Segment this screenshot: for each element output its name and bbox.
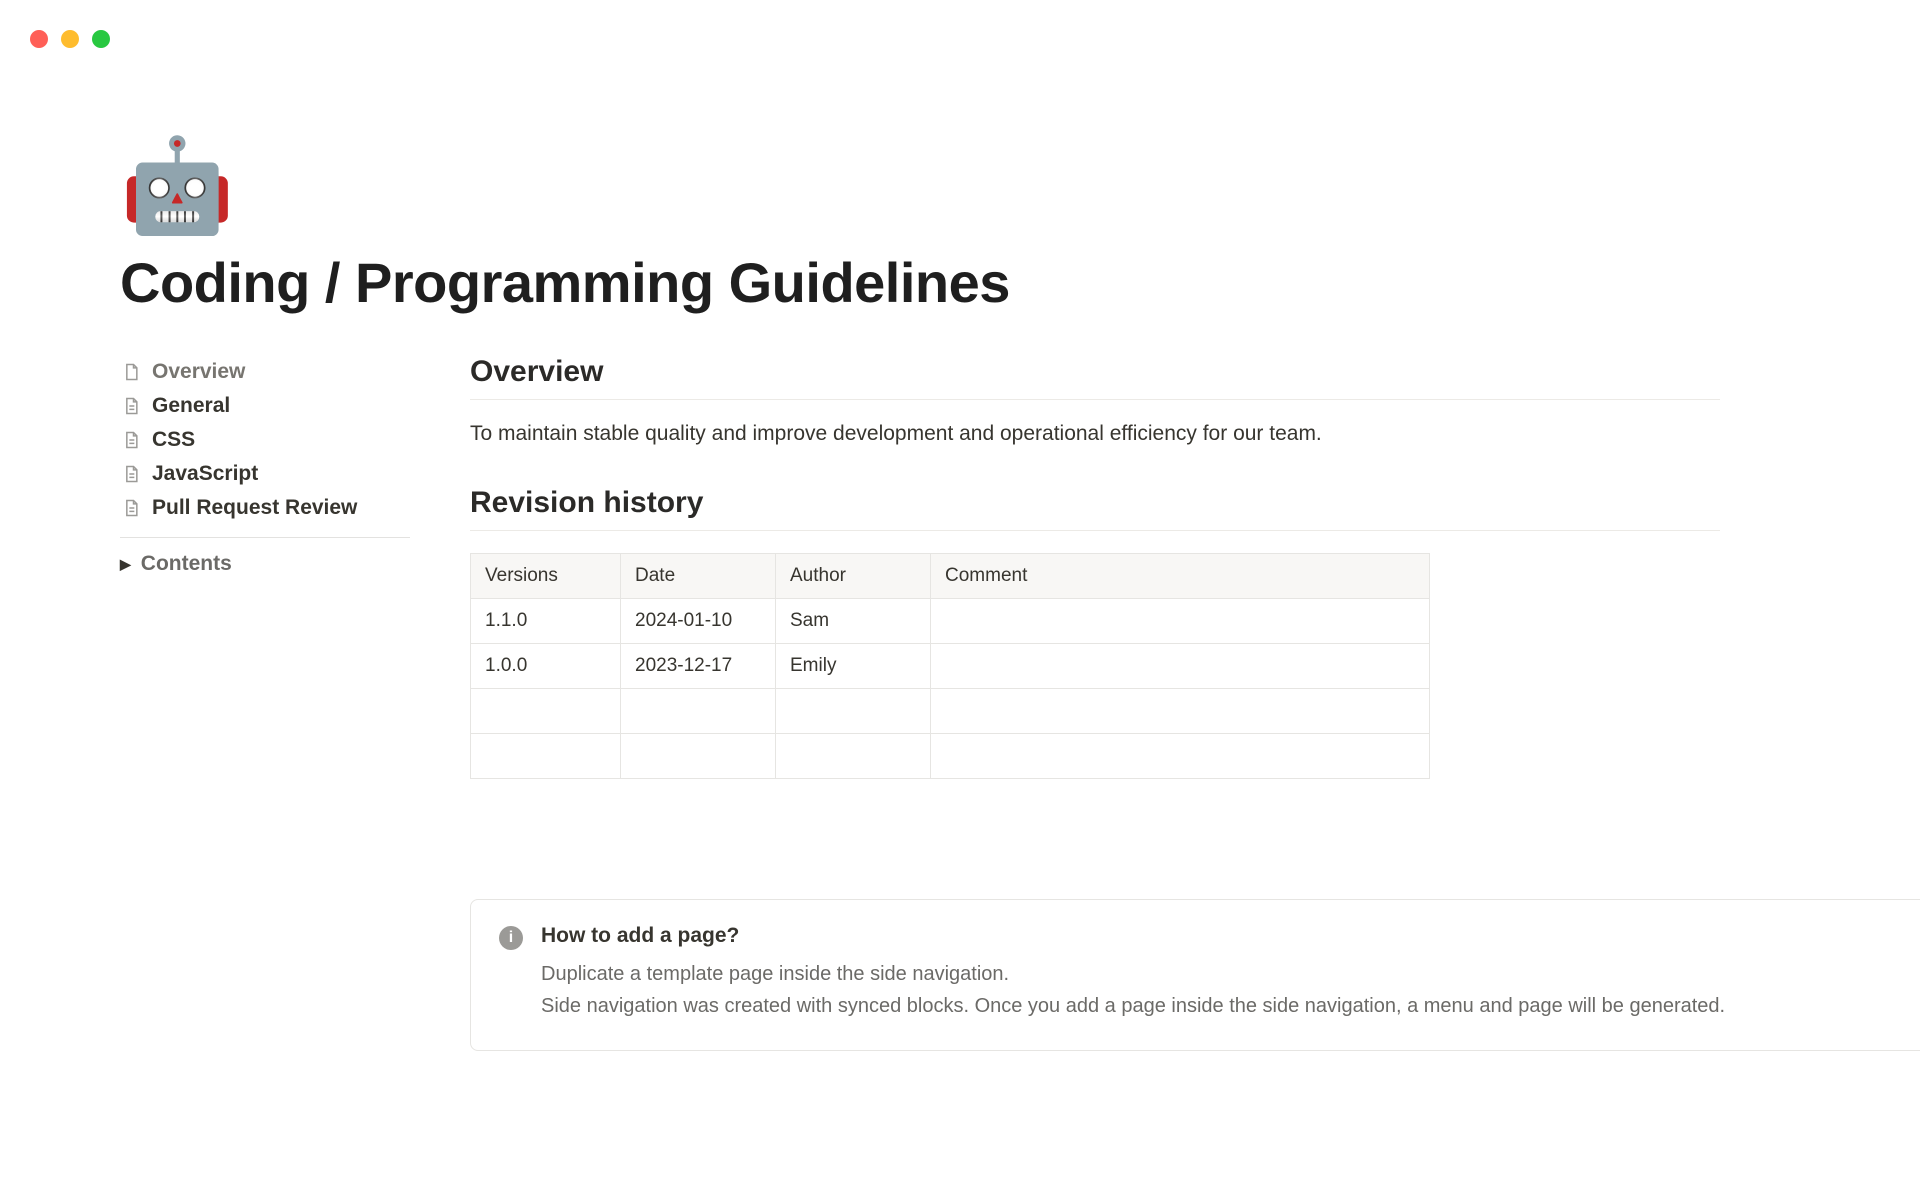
col-header-author[interactable]: Author xyxy=(776,554,931,599)
overview-heading[interactable]: Overview xyxy=(470,355,1720,400)
callout-title: How to add a page? xyxy=(541,924,1725,948)
cell-comment[interactable] xyxy=(931,644,1430,689)
sidebar-item-general[interactable]: General xyxy=(120,389,410,423)
revision-history-heading[interactable]: Revision history xyxy=(470,486,1720,531)
cell-version[interactable] xyxy=(471,734,621,779)
page-icon xyxy=(120,395,142,417)
callout-line: Side navigation was created with synced … xyxy=(541,990,1725,1022)
col-header-versions[interactable]: Versions xyxy=(471,554,621,599)
page-icon xyxy=(120,497,142,519)
cell-author[interactable]: Sam xyxy=(776,599,931,644)
contents-label: Contents xyxy=(141,552,232,576)
cell-date[interactable] xyxy=(621,689,776,734)
sidebar-item-overview[interactable]: Overview xyxy=(120,355,410,389)
callout-line: Duplicate a template page inside the sid… xyxy=(541,958,1725,990)
cell-version[interactable]: 1.1.0 xyxy=(471,599,621,644)
cell-version[interactable]: 1.0.0 xyxy=(471,644,621,689)
sidebar-item-label: Overview xyxy=(152,360,245,384)
revision-history-table[interactable]: Versions Date Author Comment 1.1.0 2024-… xyxy=(470,553,1430,779)
maximize-window-button[interactable] xyxy=(92,30,110,48)
col-header-date[interactable]: Date xyxy=(621,554,776,599)
table-row[interactable] xyxy=(471,734,1430,779)
sidebar-item-pull-request-review[interactable]: Pull Request Review xyxy=(120,491,410,525)
cell-comment[interactable] xyxy=(931,734,1430,779)
page-icon xyxy=(120,429,142,451)
cell-version[interactable] xyxy=(471,689,621,734)
minimize-window-button[interactable] xyxy=(61,30,79,48)
cell-comment[interactable] xyxy=(931,689,1430,734)
page-emoji-icon[interactable]: 🤖 xyxy=(120,140,1800,232)
nav-list: Overview General CSS xyxy=(120,355,410,525)
side-navigation: Overview General CSS xyxy=(120,355,410,1051)
sidebar-item-label: JavaScript xyxy=(152,462,258,486)
cell-date[interactable]: 2023-12-17 xyxy=(621,644,776,689)
window-controls xyxy=(30,30,110,48)
cell-date[interactable] xyxy=(621,734,776,779)
cell-date[interactable]: 2024-01-10 xyxy=(621,599,776,644)
cell-author[interactable]: Emily xyxy=(776,644,931,689)
main-content: Overview To maintain stable quality and … xyxy=(470,355,1720,1051)
cell-comment[interactable] xyxy=(931,599,1430,644)
table-row[interactable]: 1.0.0 2023-12-17 Emily xyxy=(471,644,1430,689)
page-title[interactable]: Coding / Programming Guidelines xyxy=(120,250,1800,315)
table-row[interactable] xyxy=(471,689,1430,734)
close-window-button[interactable] xyxy=(30,30,48,48)
page-icon xyxy=(120,361,142,383)
sidebar-item-javascript[interactable]: JavaScript xyxy=(120,457,410,491)
sidebar-item-label: General xyxy=(152,394,230,418)
sidebar-item-label: Pull Request Review xyxy=(152,496,357,520)
overview-text[interactable]: To maintain stable quality and improve d… xyxy=(470,422,1720,446)
chevron-right-icon: ▶ xyxy=(120,556,131,573)
table-header-row: Versions Date Author Comment xyxy=(471,554,1430,599)
cell-author[interactable] xyxy=(776,734,931,779)
table-row[interactable]: 1.1.0 2024-01-10 Sam xyxy=(471,599,1430,644)
info-icon: i xyxy=(499,926,523,950)
cell-author[interactable] xyxy=(776,689,931,734)
sidebar-item-label: CSS xyxy=(152,428,195,452)
col-header-comment[interactable]: Comment xyxy=(931,554,1430,599)
sidebar-item-css[interactable]: CSS xyxy=(120,423,410,457)
contents-toggle[interactable]: ▶ Contents xyxy=(120,552,410,576)
page-icon xyxy=(120,463,142,485)
divider xyxy=(120,537,410,538)
callout-body: Duplicate a template page inside the sid… xyxy=(541,958,1725,1022)
info-callout[interactable]: i How to add a page? Duplicate a templat… xyxy=(470,899,1920,1051)
